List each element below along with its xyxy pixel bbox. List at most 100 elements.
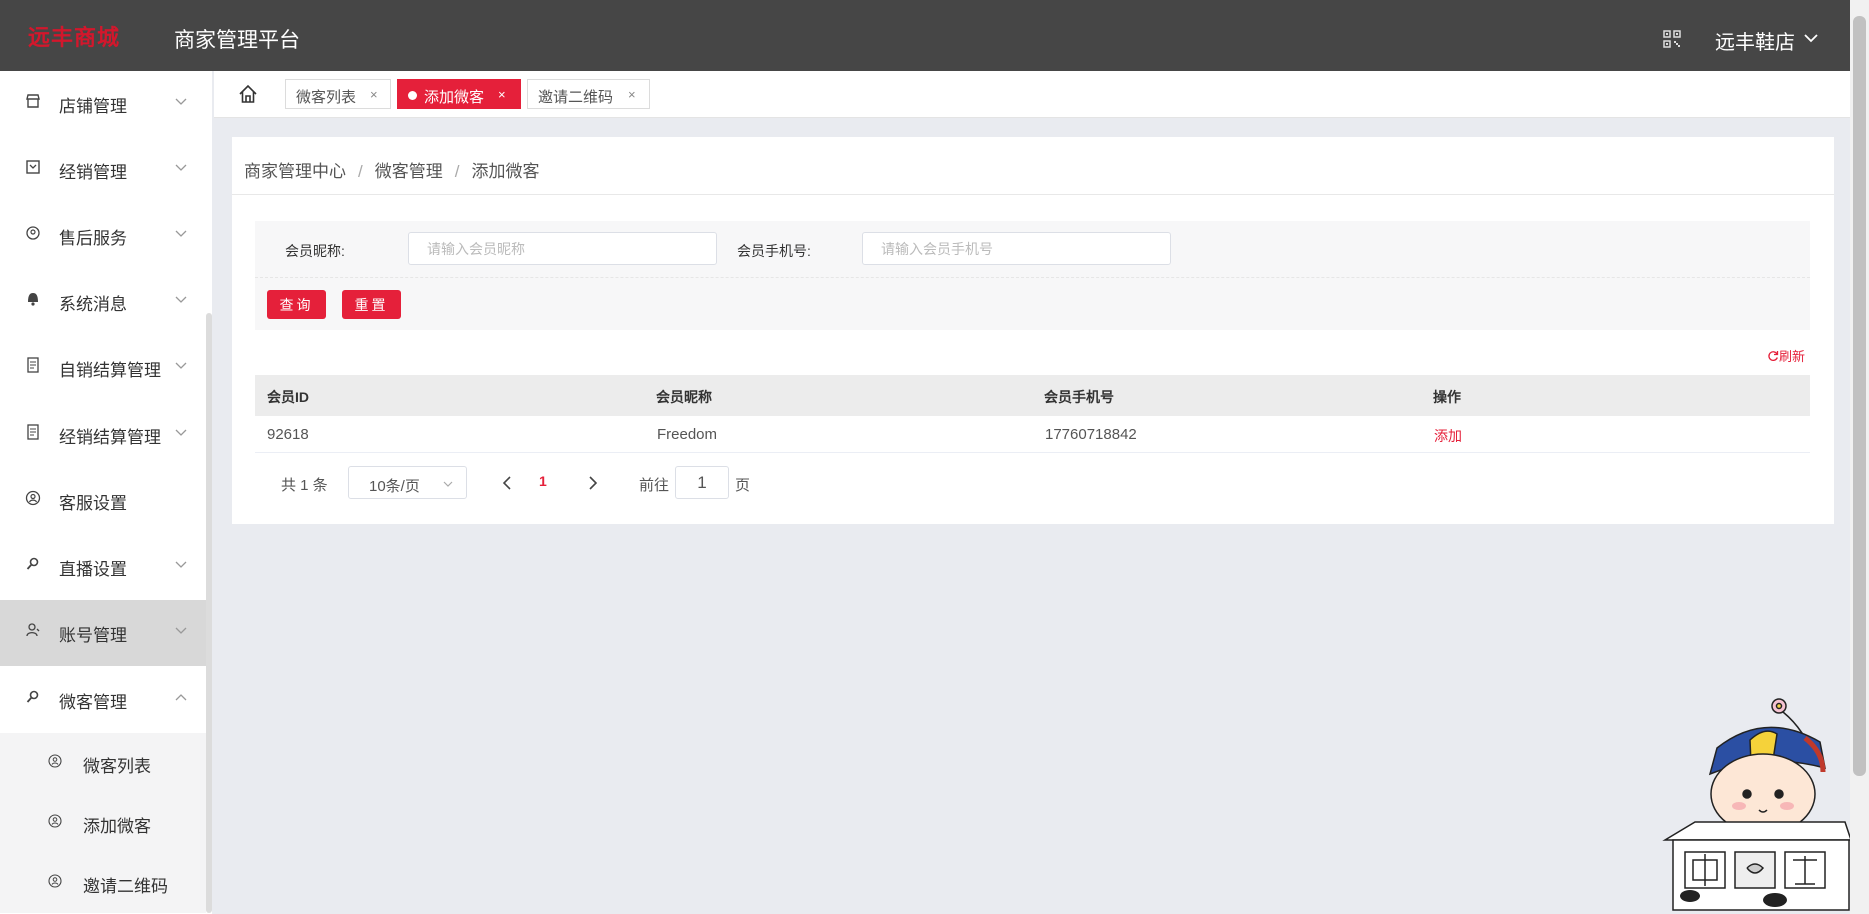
breadcrumb-item: 添加微客 (471, 162, 540, 181)
breadcrumb: 商家管理中心 / 微客管理 / 添加微客 (244, 162, 540, 181)
goto-label: 前往 (639, 477, 670, 494)
divider (255, 277, 1810, 278)
sidebar-item-account[interactable]: 账号管理 (0, 600, 206, 666)
tab-add-weike[interactable]: 添加微客 × (397, 79, 521, 109)
sidebar-item-label: 经销管理 (59, 163, 127, 182)
nickname-input[interactable] (408, 232, 717, 265)
goto-page-input[interactable] (675, 466, 729, 499)
account-icon (26, 623, 40, 637)
filter-panel: 会员昵称: 会员手机号: 查询 重置 (255, 221, 1810, 330)
sidebar-item-customer-service[interactable]: 客服设置 (0, 468, 206, 534)
chevron-down-icon (175, 230, 187, 237)
ledger-icon (27, 357, 39, 373)
breadcrumb-item[interactable]: 商家管理中心 (244, 162, 346, 181)
store-icon (26, 94, 40, 108)
column-header: 会员ID (267, 389, 309, 405)
phone-input[interactable] (862, 232, 1171, 265)
refresh-label: 刷新 (1779, 349, 1806, 364)
user-circle-icon (48, 754, 62, 768)
phone-label: 会员手机号: (737, 243, 811, 259)
chevron-down-icon (443, 481, 453, 487)
sidebar: 店铺管理 经销管理 售后服务 系统消息 自销结算管理 经销结算管理 客服设置 直… (0, 71, 212, 914)
close-icon[interactable]: × (498, 87, 506, 102)
scrollbar-thumb[interactable] (1853, 16, 1866, 776)
sidebar-item-distribution[interactable]: 经销管理 (0, 137, 206, 203)
chevron-down-icon (175, 561, 187, 568)
refresh-button[interactable]: 刷新 (1767, 346, 1805, 365)
tab-label: 邀请二维码 (538, 89, 614, 106)
phone-cell: 17760718842 (1045, 426, 1137, 443)
sidebar-item-store[interactable]: 店铺管理 (0, 71, 206, 137)
current-page[interactable]: 1 (539, 473, 547, 489)
sidebar-item-distribution-settlement[interactable]: 经销结算管理 (0, 402, 206, 468)
key-icon (26, 690, 39, 703)
content-card: 商家管理中心/微客管理/添加微客 会员昵称: 会员手机号: 查询 重置 刷新 会… (232, 137, 1834, 524)
breadcrumb-item[interactable]: 微客管理 (375, 162, 443, 181)
member-id-cell: 92618 (267, 426, 309, 443)
add-button[interactable]: 添加 (1434, 426, 1462, 446)
sidebar-item-label: 自销结算管理 (59, 361, 161, 380)
column-header: 操作 (1433, 389, 1461, 405)
tab-invite-qr[interactable]: 邀请二维码 × (527, 79, 650, 109)
sidebar-item-label: 账号管理 (59, 626, 127, 645)
sidebar-item-self-settlement[interactable]: 自销结算管理 (0, 335, 206, 401)
next-page-icon[interactable] (587, 476, 599, 490)
box-icon (26, 160, 40, 174)
ledger-icon (27, 424, 39, 440)
close-icon[interactable]: × (628, 87, 636, 102)
tab-label: 添加微客 (424, 89, 485, 106)
sidebar-item-label: 微客管理 (59, 693, 127, 712)
nickname-label: 会员昵称: (285, 243, 345, 259)
table-row: 92618 Freedom 17760718842 添加 (255, 416, 1810, 453)
chevron-down-icon (175, 627, 187, 634)
key-icon (26, 557, 39, 570)
sidebar-subitem-add-weike[interactable]: 添加微客 (0, 793, 206, 853)
sidebar-item-label: 直播设置 (59, 560, 127, 579)
user-circle-icon (48, 874, 62, 888)
page-scrollbar[interactable] (1850, 0, 1869, 914)
sidebar-subitem-invite-qr[interactable]: 邀请二维码 (0, 853, 206, 913)
mascot-image (1662, 698, 1853, 911)
sidebar-item-weike[interactable]: 微客管理 (0, 667, 206, 733)
pagination: 共 1 条 10条/页 1 前往 页 (255, 466, 855, 500)
bell-icon (28, 293, 38, 306)
reset-button[interactable]: 重置 (342, 290, 401, 319)
page-size-select[interactable]: 10条/页 (348, 466, 467, 499)
sidebar-item-label: 店铺管理 (59, 97, 127, 116)
chevron-down-icon (175, 164, 187, 171)
sidebar-scrollbar[interactable] (206, 313, 212, 913)
sidebar-subitem-weike-list[interactable]: 微客列表 (0, 733, 206, 793)
brand-logo[interactable]: 远丰商城 (28, 20, 120, 52)
home-icon[interactable] (238, 84, 258, 104)
active-dot-icon (408, 91, 417, 100)
sidebar-item-label: 系统消息 (59, 295, 127, 314)
chevron-down-icon (175, 296, 187, 303)
sidebar-item-live-settings[interactable]: 直播设置 (0, 534, 206, 600)
chevron-down-icon (175, 98, 187, 105)
tabs-bar: 微客列表 × 添加微客 × 邀请二维码 × (214, 71, 1850, 118)
tab-weike-list[interactable]: 微客列表 × (285, 79, 391, 109)
qr-code-icon[interactable] (1663, 30, 1681, 48)
query-button[interactable]: 查询 (267, 290, 326, 319)
platform-title: 商家管理平台 (174, 29, 300, 52)
column-header: 会员手机号 (1044, 389, 1114, 405)
user-circle-icon (48, 814, 62, 828)
sidebar-subitem-label: 添加微客 (83, 817, 151, 836)
sidebar-item-label: 经销结算管理 (59, 428, 161, 447)
close-icon[interactable]: × (370, 87, 378, 102)
prev-page-icon[interactable] (501, 476, 513, 490)
chevron-down-icon (175, 362, 187, 369)
column-header: 会员昵称 (656, 389, 712, 405)
page-size-value: 10条/页 (369, 478, 420, 495)
refresh-icon (1768, 351, 1779, 362)
sidebar-item-after-sales[interactable]: 售后服务 (0, 203, 206, 269)
table-header: 会员ID 会员昵称 会员手机号 操作 (255, 375, 1810, 416)
chevron-down-icon (175, 429, 187, 436)
shop-name-dropdown[interactable]: 远丰鞋店 (1715, 26, 1795, 55)
chevron-down-icon[interactable] (1803, 30, 1819, 46)
page-unit-label: 页 (735, 477, 751, 494)
user-icon (25, 490, 41, 506)
sidebar-subitem-label: 微客列表 (83, 757, 151, 776)
sidebar-item-system-messages[interactable]: 系统消息 (0, 269, 206, 335)
tab-label: 微客列表 (296, 89, 357, 106)
